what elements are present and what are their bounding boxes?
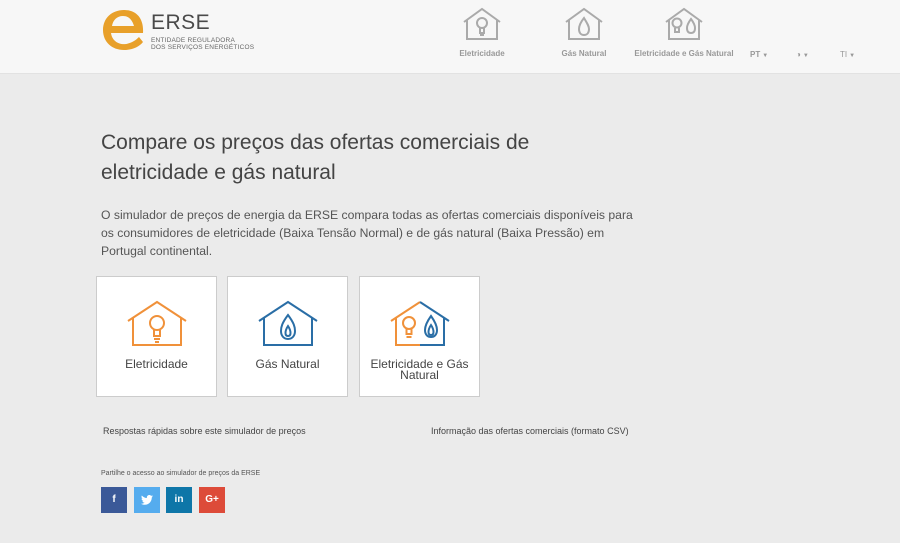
nav-eletricidade-gas-natural[interactable]: Eletricidade e Gás Natural — [634, 6, 734, 66]
logo-subtitle: ENTIDADE REGULADORA DOS SERVIÇOS ENERGÉT… — [151, 37, 291, 51]
csv-link[interactable]: Informação das ofertas comerciais (forma… — [431, 426, 629, 436]
card-eletricidade-gas-natural[interactable]: Eletricidade e Gás Natural — [359, 276, 480, 397]
page-title: Compare os preços das ofertas comerciais… — [101, 131, 530, 184]
card-gas-natural[interactable]: Gás Natural — [227, 276, 348, 397]
card-label: Eletricidade — [125, 357, 188, 371]
house-bulb-flame-icon — [665, 7, 703, 40]
page-description: O simulador de preços de energia da ERSE… — [101, 208, 633, 258]
faq-link[interactable]: Respostas rápidas sobre este simulador d… — [103, 426, 306, 436]
house-bulb-flame-icon — [389, 301, 450, 346]
nav-eletricidade[interactable]: Eletricidade — [452, 6, 512, 66]
caret-down-icon: ▼ — [762, 53, 769, 59]
logo-subtitle-line2: DOS SERVIÇOS ENERGÉTICOS — [151, 44, 255, 51]
language-dropdown[interactable]: PT ▼ — [750, 50, 768, 59]
google-plus-share-button[interactable]: G+ — [199, 487, 225, 513]
google-plus-icon: G+ — [205, 494, 219, 505]
card-eletricidade[interactable]: Eletricidade — [96, 276, 217, 397]
nav-label: Eletricidade e Gás Natural — [634, 49, 734, 58]
house-bulb-icon — [463, 7, 501, 40]
erse-logo-icon — [103, 10, 144, 50]
logo-name: ERSE — [151, 11, 211, 34]
text-size-value: TI — [840, 50, 848, 59]
logo-subtitle-line1: ENTIDADE REGULADORA — [151, 37, 235, 44]
text-size-dropdown[interactable]: TI ▼ — [840, 50, 855, 59]
card-label: Eletricidade e Gás Natural — [370, 357, 469, 382]
contrast-dropdown[interactable]: ◑ ▼ — [796, 50, 809, 59]
facebook-icon: f — [112, 494, 116, 505]
linkedin-icon: in — [174, 494, 184, 505]
caret-down-icon: ▼ — [849, 53, 856, 59]
twitter-share-button[interactable] — [134, 487, 160, 513]
caret-down-icon: ▼ — [802, 53, 809, 59]
house-bulb-icon — [126, 300, 187, 346]
house-flame-icon — [257, 300, 318, 346]
facebook-share-button[interactable]: f — [101, 487, 127, 513]
house-flame-icon — [565, 7, 603, 40]
erse-logo[interactable]: ERSE ENTIDADE REGULADORA DOS SERVIÇOS EN… — [101, 9, 261, 53]
site-header: ERSE ENTIDADE REGULADORA DOS SERVIÇOS EN… — [0, 0, 900, 74]
card-label: Gás Natural — [255, 357, 320, 371]
nav-label: Gás Natural — [561, 49, 607, 58]
contrast-icon: ◑ — [796, 50, 801, 59]
linkedin-share-button[interactable]: in — [166, 487, 192, 513]
nav-label: Eletricidade — [459, 49, 505, 58]
twitter-icon — [141, 495, 153, 505]
language-value: PT — [750, 50, 761, 59]
share-label: Partilhe o acesso ao simulador de preços… — [101, 470, 261, 477]
nav-gas-natural[interactable]: Gás Natural — [554, 6, 614, 66]
